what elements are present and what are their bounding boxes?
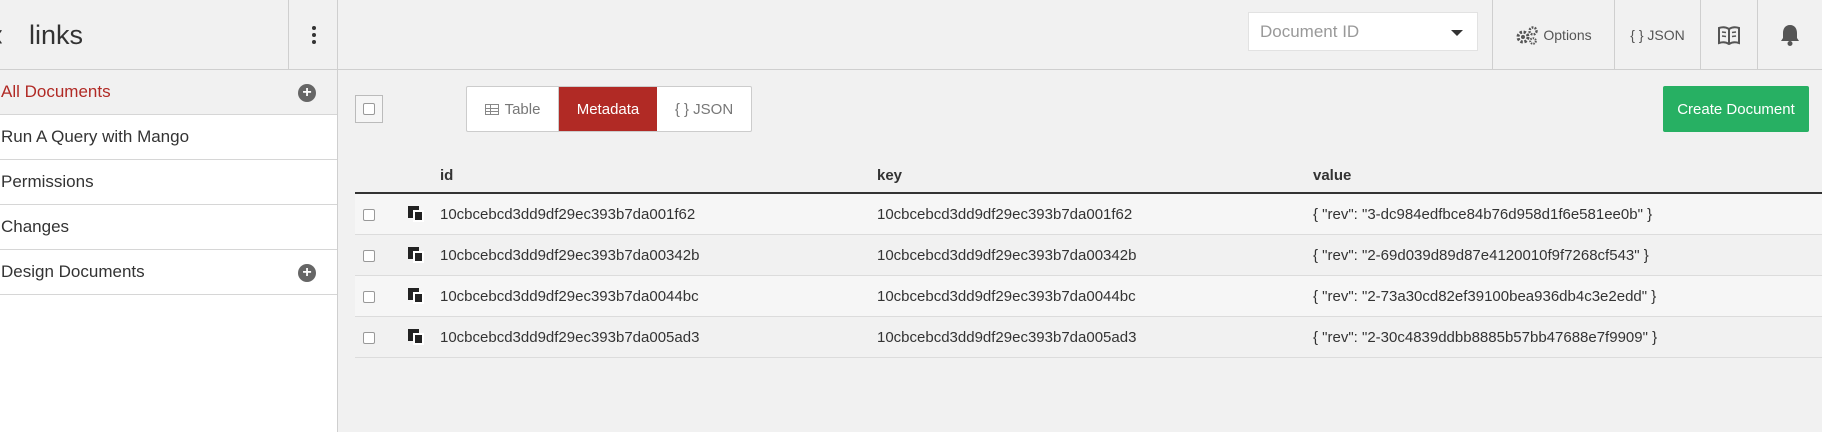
row-checkbox[interactable] [363,291,375,303]
gears-icon [1516,26,1539,45]
tab-table-view[interactable]: Table [467,87,559,131]
copy-icon[interactable] [408,247,424,263]
cell-value: { "rev": "3-dc984edfbce84b76d958d1f6e581… [1313,206,1653,223]
copy-icon[interactable] [408,329,424,345]
api-json-button[interactable]: { } JSON [1614,0,1700,70]
create-document-button[interactable]: Create Document [1663,86,1809,132]
sidebar-item-label: All Documents [1,82,111,101]
database-menu-button[interactable] [288,0,338,70]
column-header-value[interactable]: value [1313,167,1351,184]
table-row[interactable]: 10cbcebcd3dd9df29ec393b7da0044bc 10cbceb… [355,276,1822,317]
options-button[interactable]: Options [1492,0,1614,70]
cell-value: { "rev": "2-69d039d89d87e4120010f9f7268c… [1313,247,1649,264]
row-checkbox[interactable] [363,250,375,262]
bell-icon [1781,25,1799,46]
copy-icon[interactable] [408,288,424,304]
sidebar: ‹ links All Documents + Run A Query with… [0,0,338,432]
cell-id: 10cbcebcd3dd9df29ec393b7da00342b [440,247,700,264]
document-id-select[interactable]: Document ID [1248,12,1478,51]
notifications-button[interactable] [1757,0,1822,70]
database-name: links [29,20,84,50]
kebab-menu-icon [311,26,316,44]
sidebar-item-label: Changes [1,217,70,236]
checkbox[interactable] [363,103,375,115]
add-design-document-icon[interactable]: + [298,264,316,282]
copy-icon[interactable] [408,206,424,222]
view-toggle: Table Metadata { } JSON [466,86,752,132]
table-row[interactable]: 10cbcebcd3dd9df29ec393b7da005ad3 10cbceb… [355,317,1822,358]
document-id-placeholder: Document ID [1260,21,1360,41]
options-label: Options [1543,27,1592,43]
chevron-down-icon [1451,30,1463,36]
cell-id: 10cbcebcd3dd9df29ec393b7da001f62 [440,206,696,223]
sidebar-item-label: Design Documents [1,262,145,281]
back-chevron-icon[interactable]: ‹ [0,18,3,52]
sidebar-item-all-documents[interactable]: All Documents + [0,70,337,115]
documentation-button[interactable] [1700,0,1757,70]
cell-value: { "rev": "2-30c4839ddbb8885b57bb47688e7f… [1313,329,1658,346]
api-json-label: { } JSON [1630,27,1685,43]
table-row[interactable]: 10cbcebcd3dd9df29ec393b7da00342b 10cbceb… [355,235,1822,276]
tab-label: { } JSON [674,100,734,118]
sidebar-item-permissions[interactable]: Permissions [0,160,337,205]
documents-table: id key value 10cbcebcd3dd9df29ec393b7da0… [355,160,1822,358]
cell-id: 10cbcebcd3dd9df29ec393b7da005ad3 [440,329,700,346]
row-checkbox[interactable] [363,332,375,344]
column-header-key[interactable]: key [877,167,902,184]
sidebar-item-label: Permissions [1,172,94,191]
book-icon [1718,26,1740,45]
add-document-icon[interactable]: + [298,84,316,102]
cell-key: 10cbcebcd3dd9df29ec393b7da005ad3 [877,329,1137,346]
row-checkbox[interactable] [363,209,375,221]
sidebar-header: ‹ links [0,0,337,70]
sidebar-item-changes[interactable]: Changes [0,205,337,250]
cell-key: 10cbcebcd3dd9df29ec393b7da001f62 [877,206,1133,223]
tab-label: Metadata [576,100,640,118]
sidebar-item-mango-query[interactable]: Run A Query with Mango [0,115,337,160]
column-header-id[interactable]: id [440,167,453,184]
table-body: 10cbcebcd3dd9df29ec393b7da001f62 10cbceb… [355,194,1822,358]
cell-value: { "rev": "2-73a30cd82ef39100bea936db4c3e… [1313,288,1657,305]
tab-label: Table [504,100,541,118]
cell-id: 10cbcebcd3dd9df29ec393b7da0044bc [440,288,699,305]
tab-json-view[interactable]: { } JSON [657,87,751,131]
table-row[interactable]: 10cbcebcd3dd9df29ec393b7da001f62 10cbceb… [355,194,1822,235]
cell-key: 10cbcebcd3dd9df29ec393b7da0044bc [877,288,1136,305]
sidebar-item-design-documents[interactable]: Design Documents + [0,250,337,295]
tab-metadata-view[interactable]: Metadata [559,87,657,131]
select-all-checkbox[interactable] [355,95,383,123]
table-icon [484,103,499,115]
table-header: id key value [355,160,1822,194]
cell-key: 10cbcebcd3dd9df29ec393b7da00342b [877,247,1137,264]
top-bar: Document ID Options { } JSON [338,0,1822,70]
sidebar-item-label: Run A Query with Mango [1,127,190,146]
